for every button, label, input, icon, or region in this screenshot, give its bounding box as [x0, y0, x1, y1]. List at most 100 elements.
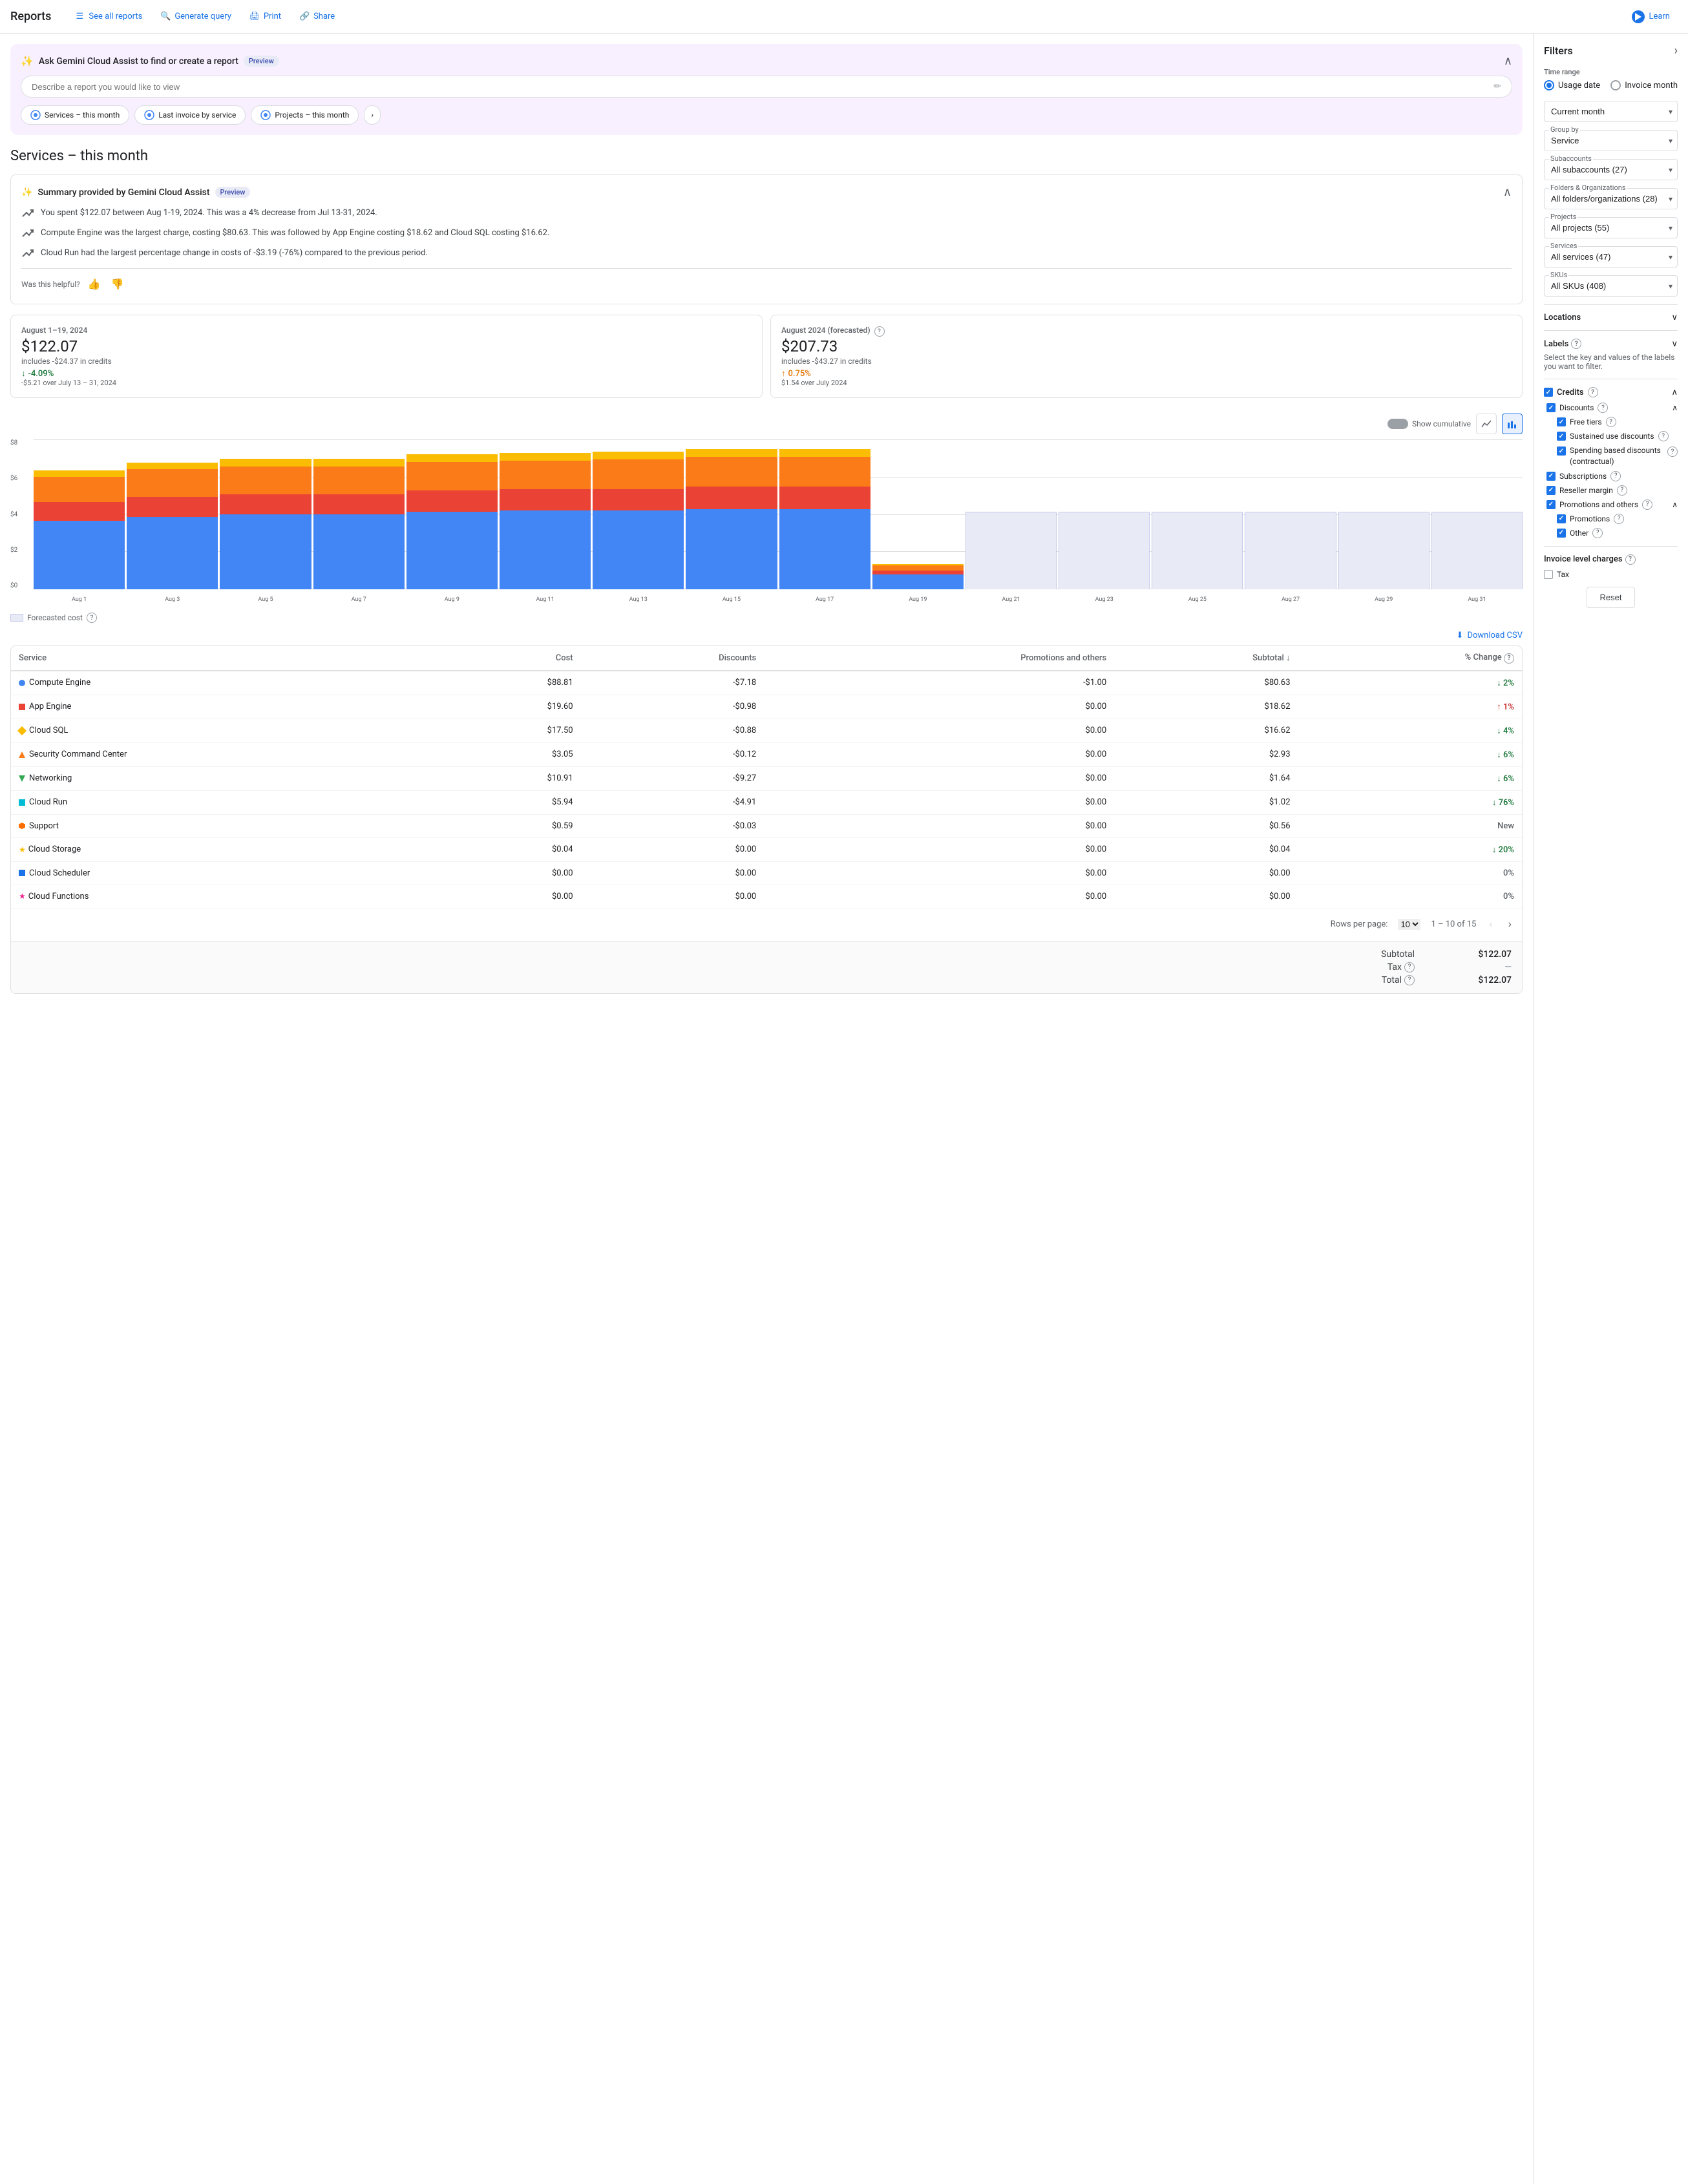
spending-info-icon[interactable]: ? [1667, 446, 1678, 457]
gemini-search-input[interactable] [32, 82, 1493, 92]
chip-more[interactable]: › [364, 105, 381, 125]
rows-per-page-select[interactable]: 10 25 50 [1398, 919, 1420, 930]
promotions-others-row: Promotions and others ? ∧ [1546, 499, 1678, 510]
gemini-title: ✨ Ask Gemini Cloud Assist to find or cre… [21, 55, 279, 67]
current-month-select[interactable]: Current month Last month Last 3 months [1544, 101, 1678, 122]
forecast-info-icon[interactable]: ? [87, 613, 97, 623]
generate-query-link[interactable]: 🔍 Generate query [153, 8, 239, 26]
discounts-main-checkbox[interactable] [1546, 403, 1556, 412]
metric-block-forecasted: August 2024 (forecasted) ? $207.73 inclu… [770, 315, 1523, 398]
change-info-icon[interactable]: ? [1504, 653, 1514, 664]
summary-bullet-2: Compute Engine was the largest charge, c… [21, 227, 1512, 240]
table-row-6: Support $0.59 -$0.03 $0.00 $0.56 New [11, 814, 1522, 837]
x-label-0: Aug 1 [34, 596, 125, 603]
summary-card: ✨ Summary provided by Gemini Cloud Assis… [10, 174, 1523, 304]
summary-card-header: ✨ Summary provided by Gemini Cloud Assis… [21, 185, 1512, 199]
table-row-7: ★Cloud Storage $0.04 $0.00 $0.00 $0.04 ↓… [11, 837, 1522, 861]
print-link[interactable]: 🖨 Print [242, 8, 289, 26]
reseller-checkbox[interactable] [1546, 486, 1556, 495]
cell-promo-0: -$1.00 [764, 671, 1114, 695]
up-arrow-icon-2: ↑ [781, 368, 786, 379]
cell-change-1: ↑ 1% [1298, 695, 1522, 719]
promotions-checkbox[interactable] [1557, 514, 1566, 523]
sustained-use-checkbox[interactable] [1557, 432, 1566, 441]
sustained-info-icon[interactable]: ? [1658, 431, 1669, 441]
prev-page-button[interactable]: ‹ [1486, 916, 1495, 933]
tax-info-icon[interactable]: ? [1404, 962, 1415, 972]
info-icon-forecasted[interactable]: ? [874, 326, 885, 337]
metrics-row: August 1–19, 2024 $122.07 includes -$24.… [10, 315, 1523, 398]
cell-cost-1: $19.60 [438, 695, 581, 719]
line-chart-button[interactable] [1476, 414, 1497, 434]
tax-checkbox[interactable] [1544, 570, 1553, 579]
table-row-5: Cloud Run $5.94 -$4.91 $0.00 $1.02 ↓ 76% [11, 790, 1522, 814]
chart-inner: $8 $6 $4 $2 $0 A [10, 439, 1523, 607]
cell-subtotal-4: $1.64 [1114, 766, 1298, 790]
free-tiers-info-icon[interactable]: ? [1606, 417, 1616, 427]
promo-collapse-icon[interactable]: ∧ [1672, 500, 1678, 509]
invoice-level-info-icon[interactable]: ? [1625, 554, 1636, 565]
page-title: Services – this month [10, 148, 1523, 164]
chart-controls: Show cumulative [10, 408, 1523, 439]
projects-field-label: Projects [1549, 213, 1577, 221]
bar-group-8 [779, 439, 870, 589]
group-by-field-label: Group by [1549, 125, 1580, 134]
cell-discounts-5: -$4.91 [581, 790, 765, 814]
next-page-button[interactable]: › [1506, 916, 1514, 933]
total-info-icon[interactable]: ? [1404, 975, 1415, 985]
thumbs-up-button[interactable]: 👍 [85, 275, 103, 293]
promotions-info-icon[interactable]: ? [1614, 514, 1624, 524]
invoice-month-option[interactable]: Invoice month [1610, 80, 1678, 90]
credits-header[interactable]: Credits ? ∧ [1544, 387, 1678, 397]
other-info-icon[interactable]: ? [1592, 528, 1603, 538]
credits-info-icon[interactable]: ? [1588, 387, 1598, 397]
promotions-others-checkbox[interactable] [1546, 500, 1556, 509]
x-label-9: Aug 19 [872, 596, 964, 603]
share-link[interactable]: 🔗 Share [291, 8, 343, 26]
metric-sub-2: includes -$43.27 in credits [781, 357, 1512, 366]
bar-chart-button[interactable] [1502, 414, 1523, 434]
download-csv-button[interactable]: ⬇ Download CSV [1457, 631, 1523, 640]
collapse-gemini-button[interactable]: ∧ [1504, 54, 1512, 68]
chip-services-month[interactable]: Services – this month [21, 105, 129, 125]
discounts-checkbox[interactable] [1544, 388, 1553, 397]
cumulative-switch[interactable] [1387, 419, 1408, 429]
bar-group-14 [1338, 439, 1430, 589]
labels-header[interactable]: Labels ? ∨ [1544, 339, 1678, 349]
other-checkbox[interactable] [1557, 529, 1566, 538]
discounts-expand-icon[interactable]: ∧ [1672, 403, 1678, 412]
collapse-filters-button[interactable]: › [1674, 44, 1678, 58]
gemini-chips: Services – this month Last invoice by se… [21, 105, 1512, 125]
locations-header[interactable]: Locations ∨ [1544, 313, 1678, 322]
subscriptions-checkbox[interactable] [1546, 472, 1556, 481]
chip-last-invoice[interactable]: Last invoice by service [134, 105, 246, 125]
free-tiers-checkbox[interactable] [1557, 417, 1566, 426]
usage-date-option[interactable]: Usage date [1544, 80, 1600, 90]
trend-icon-2 [21, 227, 34, 240]
other-row: Other ? [1557, 528, 1678, 538]
metric-info-row: August 2024 (forecasted) ? [781, 326, 1512, 337]
usage-date-radio[interactable] [1544, 80, 1554, 90]
spending-based-checkbox[interactable] [1557, 446, 1566, 456]
collapse-summary-button[interactable]: ∧ [1503, 185, 1512, 199]
discounts-info-icon[interactable]: ? [1598, 403, 1608, 413]
main-layout: ✨ Ask Gemini Cloud Assist to find or cre… [0, 34, 1688, 2184]
cell-promo-5: $0.00 [764, 790, 1114, 814]
invoice-month-radio[interactable] [1610, 80, 1621, 90]
subscriptions-info-icon[interactable]: ? [1610, 471, 1621, 481]
reseller-info-icon[interactable]: ? [1617, 485, 1627, 496]
thumbs-down-button[interactable]: 👎 [109, 275, 127, 293]
chip-projects-month[interactable]: Projects – this month [251, 105, 359, 125]
reset-button[interactable]: Reset [1587, 587, 1636, 608]
see-all-reports-link[interactable]: ☰ See all reports [67, 8, 150, 26]
cell-cost-8: $0.00 [438, 861, 581, 885]
col-header-subtotal[interactable]: Subtotal ↓ [1114, 646, 1298, 671]
show-cumulative-toggle[interactable]: Show cumulative [1387, 419, 1471, 429]
print-icon: 🖨 [249, 12, 260, 22]
promo-info-icon[interactable]: ? [1642, 499, 1652, 510]
learn-link[interactable]: Learn [1624, 6, 1678, 27]
bar-group-15 [1431, 439, 1523, 589]
metric-change-1: ↓ -4.09% [21, 368, 752, 379]
folders-wrapper: Folders & Organizations All folders/orga… [1544, 188, 1678, 209]
labels-info-icon[interactable]: ? [1571, 339, 1581, 349]
